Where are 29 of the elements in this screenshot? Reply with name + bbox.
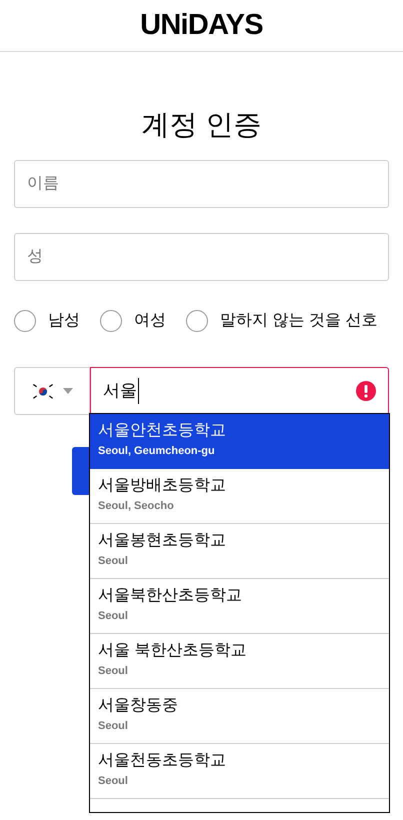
radio-button[interactable] [14,310,36,332]
school-location: Seoul [98,554,128,569]
school-location: Seoul [98,719,128,734]
text-field[interactable]: 성 [14,233,389,281]
school-name: 서울방배초등학교 [98,476,226,496]
school-location: Seoul [98,664,128,679]
school-name: 서울천동초등학교 [98,751,226,771]
error-icon [356,381,376,401]
school-location: Seoul [98,774,128,789]
country-select[interactable] [14,367,90,415]
text-field[interactable]: 이름 [14,160,389,208]
radio-label: 말하지 않는 것을 선호 [220,311,378,331]
school-location: Seoul, Geumcheon-gu [98,444,215,459]
caret-icon [63,388,73,394]
suggestion-item[interactable]: 서울안천초등학교 Seoul, Geumcheon-gu [90,414,389,469]
page-title: 계정 인증 [142,108,262,142]
flag-icon [31,382,55,400]
school-location: Seoul, Seocho [98,499,174,514]
logo: UNiDAYS [140,8,263,43]
radio-label: 남성 [48,311,80,331]
school-name: 서울북한산초등학교 [98,586,242,606]
school-name: 서울창동중 [98,696,178,716]
school-name: 서울봉현초등학교 [98,531,226,551]
school-name: 서울안천초등학교 [98,421,226,441]
school-name: 서울 북한산초등학교 [98,641,246,661]
radio-label: 여성 [134,311,166,331]
radio-button[interactable] [186,310,208,332]
school-location: Seoul [98,609,128,624]
radio-button[interactable] [100,310,122,332]
